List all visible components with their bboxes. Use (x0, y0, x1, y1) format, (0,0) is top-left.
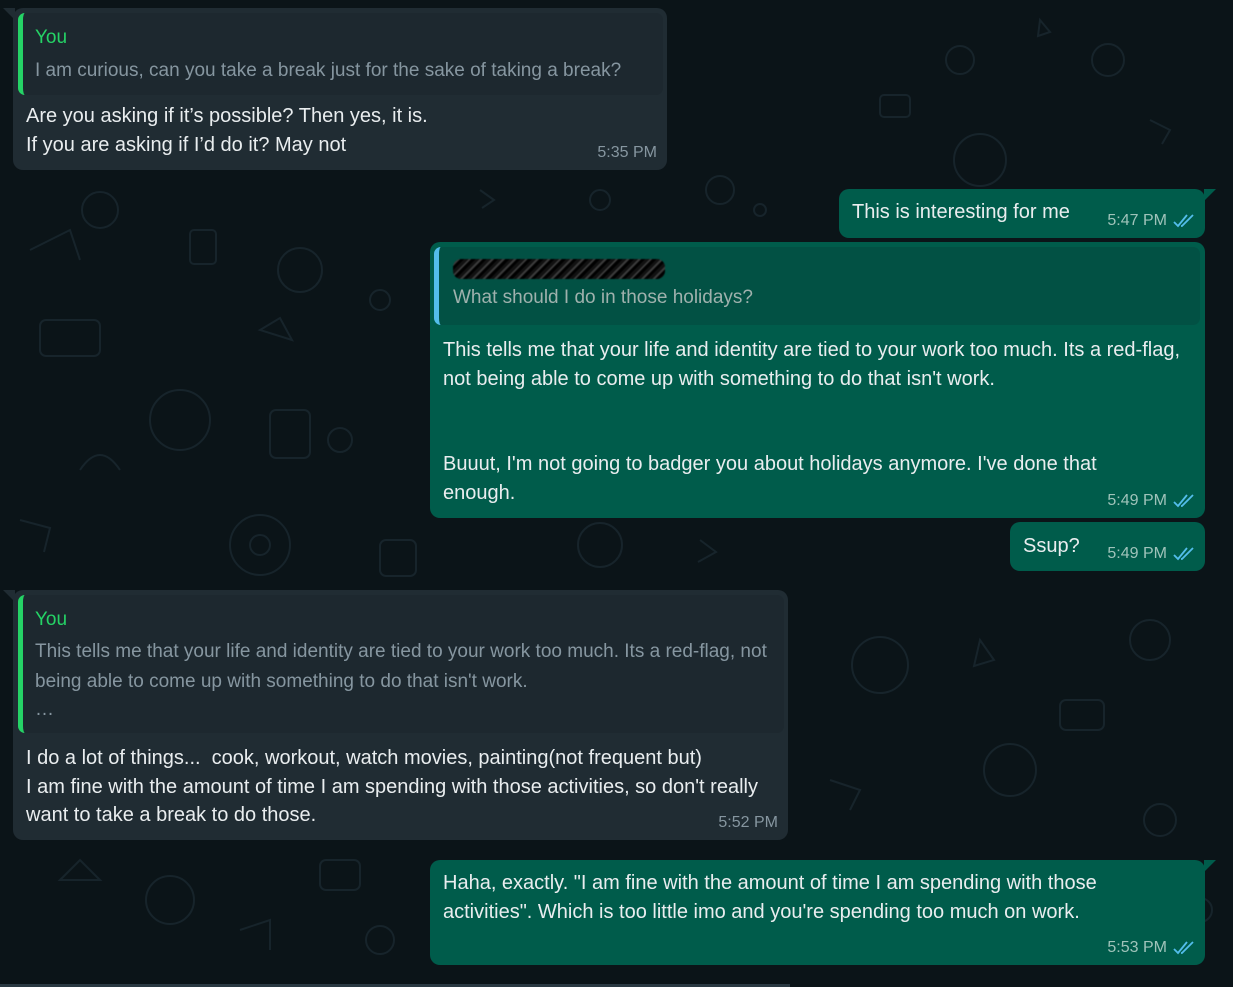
double-check-read-icon (1173, 494, 1194, 508)
quoted-text: What should I do in those holidays? (453, 287, 753, 308)
bubble-tail (3, 8, 15, 20)
message-meta: 5:53 PM (1107, 939, 1195, 957)
quoted-text: I am curious, can you take a break just … (35, 60, 622, 81)
quoted-author: You (35, 609, 68, 630)
double-check-read-icon (1173, 941, 1194, 955)
message-meta: 5:35 PM (597, 144, 657, 162)
message-incoming[interactable]: You This tells me that your life and ide… (3, 590, 788, 840)
message-outgoing[interactable]: Haha, exactly. "I am fine with the amoun… (430, 860, 1216, 965)
message-meta: 5:49 PM (1107, 492, 1195, 510)
message-meta: 5:49 PM (1107, 545, 1195, 563)
message-time: 5:49 PM (1107, 492, 1167, 509)
bubble-tail (1204, 860, 1216, 872)
message-outgoing[interactable]: This is interesting for me 5:47 PM (839, 189, 1216, 238)
double-check-read-icon (1173, 547, 1194, 561)
message-meta: 5:52 PM (718, 814, 778, 832)
message-text: Haha, exactly. "I am fine with the amoun… (443, 872, 1103, 923)
message-text: I do a lot of things... cook, workout, w… (26, 747, 758, 826)
bubble-tail (3, 590, 15, 602)
message-text: Ssup? (1023, 535, 1080, 557)
message-time: 5:47 PM (1107, 212, 1167, 229)
quoted-message[interactable]: You I am curious, can you take a break j… (18, 13, 663, 95)
quoted-ellipsis: … (35, 699, 54, 720)
message-text: This is interesting for me (852, 201, 1070, 223)
bubble-tail (1204, 189, 1216, 201)
quoted-text: This tells me that your life and identit… (35, 641, 767, 692)
message-text: Are you asking if it’s possible? Then ye… (26, 105, 428, 156)
message-outgoing[interactable]: What should I do in those holidays? This… (430, 242, 1205, 518)
quoted-author: You (35, 27, 68, 48)
message-time: 5:53 PM (1107, 939, 1167, 956)
redacted-author-name (453, 259, 665, 279)
message-incoming[interactable]: You I am curious, can you take a break j… (3, 8, 667, 170)
message-meta: 5:47 PM (1107, 212, 1195, 230)
message-text-paragraph-1: This tells me that your life and identit… (443, 339, 1186, 390)
quoted-message[interactable]: You This tells me that your life and ide… (18, 595, 784, 733)
quoted-message[interactable]: What should I do in those holidays? (434, 247, 1200, 325)
message-time: 5:49 PM (1107, 545, 1167, 562)
double-check-read-icon (1173, 214, 1194, 228)
message-time: 5:35 PM (597, 144, 657, 161)
message-text-paragraph-2: Buuut, I'm not going to badger you about… (443, 453, 1103, 504)
message-outgoing[interactable]: Ssup? 5:49 PM (1010, 522, 1205, 571)
message-time: 5:52 PM (718, 814, 778, 831)
